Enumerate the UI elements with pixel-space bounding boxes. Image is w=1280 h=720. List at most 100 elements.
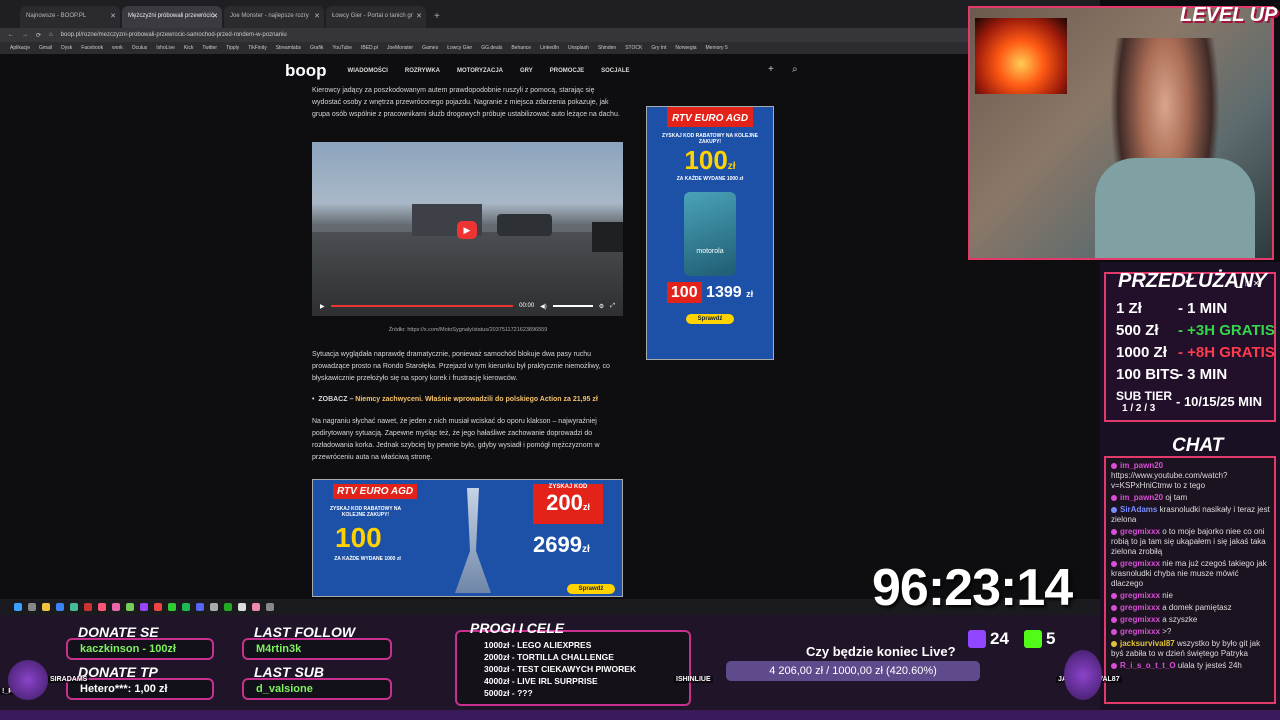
bookmark-item[interactable]: GG.deals (481, 45, 502, 51)
chat-username[interactable]: gregmixxx (1120, 591, 1162, 600)
nav-item-gry[interactable]: GRY (520, 68, 533, 74)
settings-icon[interactable]: ⚙ (599, 303, 604, 310)
app-icon[interactable] (252, 603, 260, 611)
chat-username[interactable]: gregmixxx (1120, 559, 1162, 568)
reload-icon[interactable]: ⟳ (36, 32, 41, 39)
bottom-ad[interactable]: RTV EURO AGD ZYSKAJ KOD RABATOWY NA KOLE… (312, 479, 623, 597)
nav-item-rozrywka[interactable]: ROZRYWKA (405, 68, 440, 74)
chat-username[interactable]: R_i_s_o_t_t_O (1120, 661, 1178, 670)
twitch-icon (968, 630, 986, 648)
bookmark-item[interactable]: STOCK (625, 45, 642, 51)
bookmark-item[interactable]: JoeMonster (387, 45, 413, 51)
viewer-name-tag: ISHINLIUE (674, 676, 713, 683)
side-ad[interactable]: RTV EURO AGD ZYSKAJ KOD RABATOWY NA KOLE… (646, 106, 774, 360)
chat-username[interactable]: gregmixxx (1120, 603, 1162, 612)
search-icon[interactable] (28, 603, 36, 611)
play-small-icon[interactable]: ▶ (320, 303, 325, 310)
plus-icon[interactable]: + (768, 64, 774, 75)
article-paragraph-1: Kierowcy jadący za poszkodowanym autem p… (312, 87, 620, 118)
nav-item-promocje[interactable]: PROMOCJE (550, 68, 584, 74)
spotify-icon[interactable] (182, 603, 190, 611)
bookmark-item[interactable]: Gry tnt (651, 45, 666, 51)
app-icon[interactable] (84, 603, 92, 611)
url-field[interactable]: boop.pl/rozne/mezczyzni-probowali-przewr… (61, 32, 287, 38)
nav-item-wiadomosci[interactable]: WIADOMOŚCI (348, 68, 388, 74)
back-icon[interactable]: ← (8, 32, 14, 38)
bookmark-item[interactable]: TikFinity (248, 45, 266, 51)
ad-cta-button[interactable]: Sprawdź (567, 584, 615, 594)
bookmark-item[interactable]: Streamlabs (276, 45, 301, 51)
volume-icon[interactable]: ◀) (540, 303, 547, 310)
bookmark-item[interactable]: Behance (511, 45, 531, 51)
play-icon[interactable]: ▶ (457, 221, 477, 239)
bookmark-item[interactable]: work (112, 45, 123, 51)
app-icon[interactable] (98, 603, 106, 611)
chat-username[interactable]: gregmixxx (1120, 627, 1162, 636)
bookmark-item[interactable]: Dysk (61, 45, 72, 51)
bookmark-item[interactable]: Grafik (310, 45, 323, 51)
bookmark-item[interactable]: Aplikacje (10, 45, 30, 51)
app-icon[interactable] (126, 603, 134, 611)
twitch-app-icon[interactable] (140, 603, 148, 611)
bookmark-item[interactable]: Norwegia (675, 45, 696, 51)
chat-username[interactable]: im_pawn20 (1120, 493, 1165, 502)
chat-username[interactable]: jacksurvival87 (1120, 639, 1177, 648)
bookmark-item[interactable]: Shinden (598, 45, 616, 51)
bookmark-item[interactable]: YouTube (332, 45, 352, 51)
folder-icon[interactable] (42, 603, 50, 611)
close-icon[interactable]: ✕ (416, 12, 422, 20)
calculator-icon[interactable] (70, 603, 78, 611)
store-icon[interactable] (56, 603, 64, 611)
bookmark-item[interactable]: Memory 5 (706, 45, 728, 51)
fullscreen-icon[interactable]: ⤢ (610, 303, 615, 310)
nav-item-motoryzacja[interactable]: MOTORYZACJA (457, 68, 503, 74)
chat-username[interactable]: gregmixxx (1120, 615, 1162, 624)
nav-item-socjale[interactable]: SOCJALE (601, 68, 629, 74)
forward-icon[interactable]: → (22, 32, 28, 38)
bookmark-item[interactable]: LinkedIn (540, 45, 559, 51)
close-icon[interactable]: ✕ (314, 12, 320, 20)
see-also-link[interactable]: Niemcy zachwyceni. Właśnie wprowadzili d… (355, 396, 597, 403)
extension-row: 1 Zł (1116, 300, 1142, 317)
badge-icon (1111, 494, 1117, 501)
bookmark-item[interactable]: Oculus (132, 45, 148, 51)
bookmark-item[interactable]: Unsplash (568, 45, 589, 51)
bookmark-item[interactable]: Games (422, 45, 438, 51)
volume-slider[interactable] (552, 305, 593, 307)
app-icon[interactable] (266, 603, 274, 611)
close-icon[interactable]: ✕ (110, 12, 116, 20)
app-icon[interactable] (154, 603, 162, 611)
video-source[interactable]: Źródło: https://x.com/MotoSygnaly/status… (312, 327, 624, 333)
new-tab-icon[interactable]: + (428, 11, 446, 28)
bookmark-item[interactable]: IBED.pl (361, 45, 378, 51)
app-icon[interactable] (210, 603, 218, 611)
chat-username[interactable]: im_pawn20 (1120, 461, 1163, 470)
bookmark-item[interactable]: Facebook (81, 45, 103, 51)
search-icon[interactable]: ⌕ (792, 64, 798, 75)
tab-lowcy-gier[interactable]: Łowcy Gier - Portal o tanich gr ✕ (326, 6, 426, 28)
tab-joemonster[interactable]: Joe Monster - najlepsze rozry ✕ (224, 6, 324, 28)
xbox-icon[interactable] (168, 603, 176, 611)
ad-amount-row: 100zł (647, 145, 773, 176)
chat-username[interactable]: SirAdams (1120, 505, 1160, 514)
bookmark-item[interactable]: Twitter (202, 45, 217, 51)
kick-viewer-count: 5 (1046, 629, 1056, 648)
start-icon[interactable] (14, 603, 22, 611)
app-icon[interactable] (238, 603, 246, 611)
app-icon[interactable] (224, 603, 232, 611)
bookmark-item[interactable]: IshoLive (156, 45, 175, 51)
app-icon[interactable] (112, 603, 120, 611)
site-logo[interactable]: boop (285, 61, 327, 81)
seek-bar[interactable] (330, 305, 514, 307)
bookmark-item[interactable]: Tipply (226, 45, 239, 51)
chat-username[interactable]: gregmixxx (1120, 527, 1162, 536)
discord-icon[interactable] (196, 603, 204, 611)
tab-article[interactable]: Mężczyźni próbowali przewrócić ✕ (122, 6, 222, 28)
bookmark-item[interactable]: Gmail (39, 45, 52, 51)
home-icon[interactable]: ⌂ (49, 32, 53, 38)
bookmark-item[interactable]: Łowcy Gier (447, 45, 472, 51)
bookmark-item[interactable]: Kick (184, 45, 193, 51)
close-icon[interactable]: ✕ (212, 12, 218, 20)
ad-cta-button[interactable]: Sprawdź (686, 314, 734, 324)
tab-najnowsze[interactable]: Najnowsze - BOOP.PL ✕ (20, 6, 120, 28)
